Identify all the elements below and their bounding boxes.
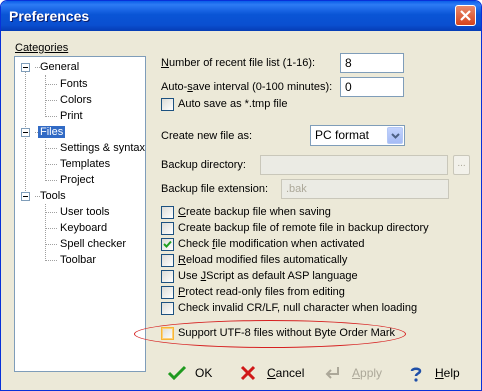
option-checkbox[interactable]: Check file modification when activated [161,238,421,252]
tree-item-colors[interactable]: Colors [60,92,92,108]
tree-item-general[interactable]: General [40,59,79,75]
tree-item-templates[interactable]: Templates [60,156,110,172]
backup-extension-label: Backup file extension: [161,183,269,195]
tree-item-spell-checker[interactable]: Spell checker [60,236,126,252]
option-checkbox[interactable]: Reload modified files automatically [161,254,421,268]
recent-files-input[interactable]: 8 [340,53,404,73]
categories-tree[interactable]: General Fonts Colors Print Files Setting… [14,56,146,372]
tree-item-files[interactable]: Files [38,124,66,140]
browse-button[interactable]: ... [453,155,470,175]
apply-button[interactable]: Apply [324,361,394,385]
close-button[interactable] [455,5,476,26]
checkmark-icon [167,365,187,381]
backup-extension-input[interactable]: .bak [281,179,449,199]
autosave-interval-input[interactable]: 0 [340,77,404,97]
recent-files-label: Number of recent file list (1-16): [161,57,316,69]
checkbox-box[interactable] [161,270,174,283]
highlight-ellipse [134,320,406,348]
autosave-interval-label: Auto-save interval (0-100 minutes): [161,81,333,93]
checkbox-box[interactable] [161,98,174,111]
checkbox-box[interactable] [161,286,174,299]
collapse-tools-icon[interactable] [21,192,30,201]
create-new-file-select[interactable]: PC format [310,125,405,146]
tree-item-fonts[interactable]: Fonts [60,76,88,92]
backup-directory-label: Backup directory: [161,159,246,171]
preferences-dialog: Preferences Categories General Fonts Col… [0,0,482,391]
autosave-tmp-checkbox[interactable]: Auto save as *.tmp file [161,98,361,112]
close-icon [460,10,471,21]
tree-item-toolbar[interactable]: Toolbar [60,252,96,268]
dropdown-arrow-icon[interactable] [387,127,403,144]
tree-item-project[interactable]: Project [60,172,94,188]
checkbox-box[interactable] [161,238,174,251]
title-bar[interactable]: Preferences [1,1,481,31]
checkbox-box[interactable] [161,302,174,315]
tree-item-keyboard[interactable]: Keyboard [60,220,107,236]
tree-item-print[interactable]: Print [60,108,83,124]
backup-directory-input[interactable] [260,155,448,175]
categories-label: Categories [15,42,69,54]
checkbox-box[interactable] [161,254,174,267]
help-button[interactable]: Help [407,361,467,385]
checkmark-icon [163,240,172,248]
tree-item-tools[interactable]: Tools [40,188,66,204]
option-checkbox[interactable]: Check invalid CR/LF, null character when… [161,302,461,316]
collapse-files-icon[interactable] [21,128,30,137]
checkbox-box[interactable] [161,206,174,219]
tree-item-user-tools[interactable]: User tools [60,204,110,220]
option-checkbox[interactable]: Protect read-only files from editing [161,286,421,300]
tree-item-settings-syntax[interactable]: Settings & syntax [60,140,145,156]
cancel-button[interactable]: Cancel [239,361,309,385]
checkbox-box[interactable] [161,222,174,235]
option-checkbox[interactable]: Create backup file of remote file in bac… [161,222,461,236]
help-question-icon [410,367,422,382]
collapse-general-icon[interactable] [21,63,30,72]
option-checkbox[interactable]: Create backup file when saving [161,206,421,220]
create-new-file-label: Create new file as: [161,130,253,142]
window-title: Preferences [9,8,90,24]
ok-button[interactable]: OK [167,361,227,385]
option-checkbox[interactable]: Use JScript as default ASP language [161,270,421,284]
cancel-x-icon [240,365,256,381]
apply-arrow-icon [325,367,339,379]
